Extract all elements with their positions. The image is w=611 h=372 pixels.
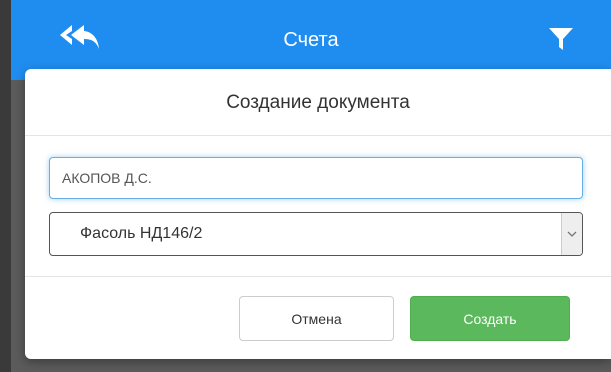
filter-button[interactable] (541, 24, 581, 58)
product-select-value: Фасоль НД146/2 (80, 225, 203, 242)
create-button[interactable]: Создать (410, 296, 570, 341)
dialog-title: Создание документа (226, 92, 410, 113)
chevron-down-icon[interactable] (561, 213, 582, 255)
create-document-dialog: Создание документа Фасоль НД146/2 Отмена… (25, 69, 611, 359)
cancel-button[interactable]: Отмена (239, 296, 394, 341)
app-title: Счета (283, 29, 339, 51)
filter-icon (548, 26, 574, 57)
background-strip (0, 0, 11, 372)
customer-input[interactable] (49, 157, 583, 199)
dialog-header: Создание документа (25, 69, 611, 136)
product-select[interactable]: Фасоль НД146/2 (49, 212, 583, 256)
app-header: Счета (11, 0, 611, 80)
